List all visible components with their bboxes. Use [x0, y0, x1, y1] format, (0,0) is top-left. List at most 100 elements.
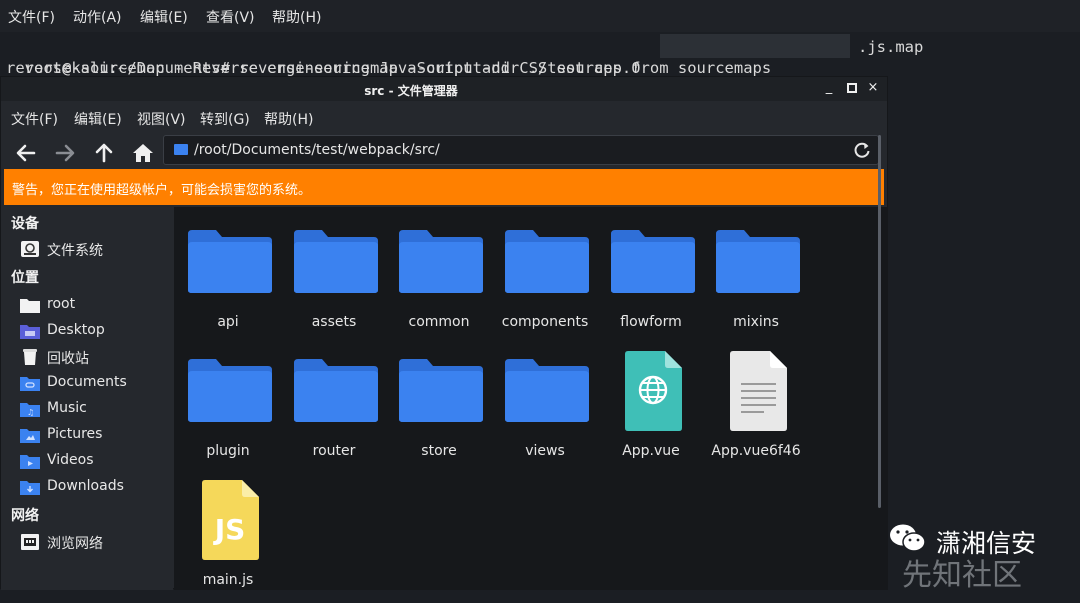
file-name: App.vue6f46: [711, 443, 801, 459]
folder-item[interactable]: router: [284, 357, 384, 481]
folder-item[interactable]: components: [495, 228, 595, 352]
home-button[interactable]: [129, 139, 157, 167]
up-button[interactable]: [90, 139, 118, 167]
sidebar-heading-network: 网络: [11, 508, 39, 524]
back-button[interactable]: [12, 139, 40, 167]
sidebar-item-label: Desktop: [47, 322, 105, 338]
window-title: src - 文件管理器: [364, 84, 458, 98]
terminal-menu-file[interactable]: 文件(F): [8, 7, 55, 27]
folder-item[interactable]: mixins: [706, 228, 806, 352]
sidebar-item-desktop[interactable]: Desktop: [19, 320, 169, 342]
svg-text:♫: ♫: [27, 408, 34, 417]
maximize-icon: [847, 83, 857, 93]
documents-folder-icon: [20, 377, 40, 391]
folder-icon: [716, 230, 800, 293]
maximize-button[interactable]: [844, 80, 860, 96]
terminal-output-line: reverse-sourcemap - Reverse engineering …: [6, 59, 772, 77]
terminal-menubar: 文件(F) 动作(A) 编辑(E) 查看(V) 帮助(H): [0, 0, 1080, 32]
home-folder-icon: [20, 299, 40, 313]
menu-edit[interactable]: 编辑(E): [74, 109, 122, 129]
folder-item[interactable]: views: [495, 357, 595, 481]
menu-file[interactable]: 文件(F): [11, 109, 58, 129]
web-document-icon: [625, 351, 682, 431]
file-item[interactable]: JS main.js: [178, 479, 278, 603]
folder-item[interactable]: plugin: [178, 357, 278, 481]
javascript-file-icon: JS: [202, 480, 259, 560]
file-item[interactable]: App.vue: [601, 350, 701, 474]
arrow-right-icon: [55, 144, 75, 162]
sidebar-item-label: Downloads: [47, 478, 124, 494]
watermark: 潇湘信安 先知社区: [888, 510, 1080, 593]
svg-text:JS: JS: [213, 513, 246, 546]
sidebar-item-label: 回收站: [47, 351, 89, 367]
sidebar-item-browse-network[interactable]: 浏览网络: [19, 531, 169, 553]
folder-item[interactable]: assets: [284, 228, 384, 352]
menu-go[interactable]: 转到(G): [200, 109, 250, 129]
reload-button[interactable]: [852, 140, 872, 160]
sidebar-item-music[interactable]: ♫ Music: [19, 398, 169, 420]
terminal-menu-edit[interactable]: 编辑(E): [140, 7, 188, 27]
sidebar-item-videos[interactable]: Videos: [19, 450, 169, 472]
minimize-button[interactable]: _: [821, 80, 837, 96]
sidebar-item-pictures[interactable]: Pictures: [19, 424, 169, 446]
file-name: router: [312, 443, 356, 459]
file-name: components: [501, 314, 589, 330]
pictures-folder-icon: [20, 429, 40, 443]
file-name: plugin: [206, 443, 250, 459]
sidebar-item-label: 浏览网络: [47, 536, 103, 552]
forward-button[interactable]: [51, 139, 79, 167]
trash-icon: [23, 349, 37, 365]
sidebar-item-label: Documents: [47, 374, 127, 390]
sidebar-item-label: Music: [47, 400, 87, 416]
file-item[interactable]: App.vue6f46: [706, 350, 806, 474]
folder-item[interactable]: api: [178, 228, 278, 352]
text-document-icon: [730, 351, 787, 431]
window-titlebar[interactable]: src - 文件管理器 _ ×: [1, 77, 887, 101]
folder-icon: [188, 230, 272, 293]
videos-folder-icon: [20, 455, 40, 469]
sidebar-item-label: Pictures: [47, 426, 103, 442]
sidebar-item-label: root: [47, 296, 76, 312]
folder-item[interactable]: flowform: [601, 228, 701, 352]
terminal-menu-view[interactable]: 查看(V): [206, 7, 255, 27]
sidebar: 设备 文件系统 位置 root Desktop 回收站 Documents ♫ …: [1, 207, 173, 590]
file-view-scrollbar[interactable]: [878, 135, 881, 508]
reload-icon: [854, 142, 870, 158]
warning-text: 警告，您正在使用超级帐户，可能会损害您的系统。: [12, 183, 312, 198]
folder-icon: [505, 230, 589, 293]
folder-item[interactable]: store: [389, 357, 489, 481]
sidebar-item-label: 文件系统: [47, 243, 103, 259]
file-name: main.js: [202, 572, 254, 588]
close-button[interactable]: ×: [865, 80, 881, 96]
sidebar-item-downloads[interactable]: Downloads: [19, 476, 169, 498]
folder-icon: [174, 144, 188, 155]
window-menubar: 文件(F) 编辑(E) 视图(V) 转到(G) 帮助(H): [1, 103, 887, 133]
file-name: App.vue: [622, 443, 680, 459]
sidebar-heading-devices: 设备: [11, 216, 39, 232]
arrow-up-icon: [95, 143, 113, 163]
sidebar-item-label: Videos: [47, 452, 94, 468]
file-name: views: [525, 443, 565, 459]
folder-icon: [294, 230, 378, 293]
folder-icon: [399, 359, 483, 422]
menu-help[interactable]: 帮助(H): [264, 109, 313, 129]
file-name: flowform: [620, 314, 682, 330]
sidebar-item-trash[interactable]: 回收站: [19, 346, 169, 368]
folder-icon: [399, 230, 483, 293]
root-warning-bar: 警告，您正在使用超级帐户，可能会损害您的系统。: [4, 169, 884, 205]
desktop-folder-icon: [20, 325, 40, 339]
menu-view[interactable]: 视图(V): [137, 109, 186, 129]
folder-icon: [188, 359, 272, 422]
location-bar[interactable]: /root/Documents/test/webpack/src/: [163, 135, 879, 165]
terminal-menu-help[interactable]: 帮助(H): [272, 7, 321, 27]
file-name: assets: [311, 314, 357, 330]
network-icon: [21, 534, 39, 550]
redacted-block: [660, 34, 850, 58]
sidebar-item-documents[interactable]: Documents: [19, 372, 169, 394]
sidebar-item-filesystem[interactable]: 文件系统: [19, 238, 169, 260]
location-path[interactable]: /root/Documents/test/webpack/src/: [194, 142, 440, 158]
file-name: store: [421, 443, 457, 459]
folder-item[interactable]: common: [389, 228, 489, 352]
terminal-menu-action[interactable]: 动作(A): [73, 7, 122, 27]
sidebar-item-root[interactable]: root: [19, 294, 169, 316]
